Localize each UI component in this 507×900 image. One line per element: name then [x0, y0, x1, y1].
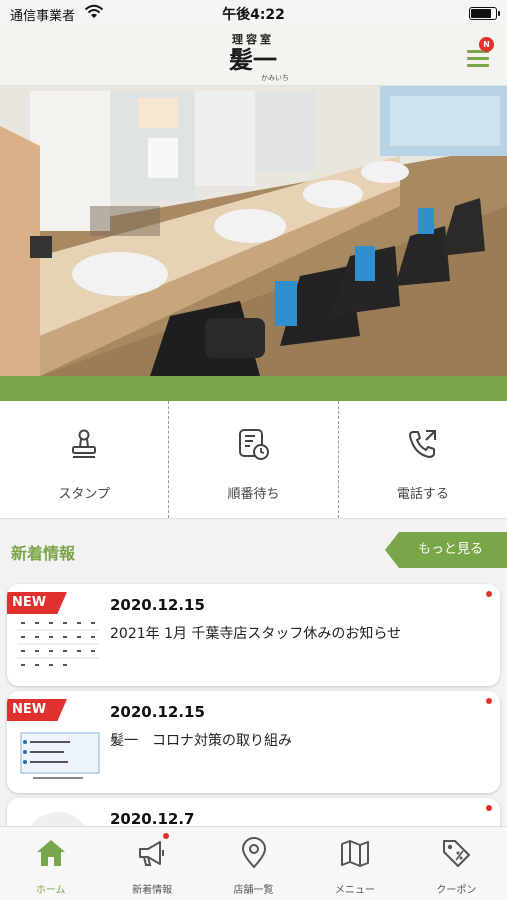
logo-reading: かみいち: [261, 74, 289, 82]
stamp-label: スタンプ: [58, 487, 110, 502]
hero-accent-band: [0, 376, 507, 401]
new-badge: NEW: [7, 699, 67, 721]
quick-actions: スタンプ 順番待ち 電話する: [0, 401, 507, 519]
battery-level: [471, 9, 492, 18]
bottom-tab-bar: ホーム 新着情報 店舗一覧 メニュー クーポン: [0, 826, 507, 900]
tab-menu-label: メニュー: [334, 885, 375, 896]
news-date: 2020.12.15: [110, 703, 205, 721]
logo-title: 髪一: [229, 45, 277, 74]
news-item[interactable]: NEW 2020.12.15 2021年 1月 千葉寺店スタッフ休みのお知らせ: [7, 584, 500, 686]
phone-icon: [408, 430, 436, 458]
battery-icon: [469, 7, 500, 20]
map-icon: [340, 840, 369, 867]
see-more-button[interactable]: もっと見る: [385, 532, 507, 568]
app-header: 理容室 髪一 かみいち N: [0, 28, 507, 86]
call-label: 電話する: [396, 487, 449, 502]
tab-stores[interactable]: 店舗一覧: [203, 827, 304, 900]
new-badge: NEW: [7, 592, 67, 614]
queue-clock-icon: [239, 429, 270, 460]
news-section-header: 新着情報 もっと見る: [0, 532, 507, 568]
status-bar: 通信事業者 午後4:22: [0, 0, 507, 28]
coupon-tag-icon: [443, 840, 471, 867]
news-item[interactable]: 2020.12.7: [7, 798, 500, 826]
news-thumbnail-image: [13, 806, 103, 826]
menu-notification-badge: N: [479, 37, 494, 52]
tab-coupon-label: クーポン: [436, 885, 477, 896]
news-date: 2020.12.7: [110, 810, 195, 826]
tab-news-label: 新着情報: [132, 885, 173, 896]
news-item[interactable]: NEW 2020.12.15 髪一 コロナ対策の取り組み: [7, 691, 500, 793]
news-tab-badge: [163, 833, 170, 839]
unread-indicator: [486, 591, 492, 597]
tab-menu[interactable]: メニュー: [304, 827, 405, 900]
queue-label: 順番待ち: [227, 487, 280, 502]
news-date: 2020.12.15: [110, 596, 205, 614]
queue-button[interactable]: 順番待ち: [169, 401, 339, 518]
news-section-title: 新着情報: [11, 544, 76, 563]
status-time: 午後4:22: [222, 7, 285, 23]
news-headline: 2021年 1月 千葉寺店スタッフ休みのお知らせ: [110, 626, 402, 642]
hamburger-menu-button[interactable]: N: [465, 37, 494, 74]
call-button[interactable]: 電話する: [339, 401, 507, 518]
stamp-button[interactable]: スタンプ: [0, 401, 170, 518]
unread-indicator: [486, 698, 492, 704]
shop-logo[interactable]: 理容室 髪一 かみいち: [203, 31, 303, 85]
menu-bar-icon: [467, 57, 489, 60]
menu-bar-icon: [467, 64, 489, 67]
news-list: NEW 2020.12.15 2021年 1月 千葉寺店スタッフ休みのお知らせ …: [0, 580, 507, 826]
location-pin-icon: [241, 837, 266, 869]
tab-home[interactable]: ホーム: [0, 827, 101, 900]
salon-interior-illustration: [0, 86, 507, 376]
news-headline: 髪一 コロナ対策の取り組み: [110, 733, 292, 749]
tab-news[interactable]: 新着情報: [101, 827, 202, 900]
stamp-icon: [72, 429, 97, 458]
home-icon: [36, 840, 65, 866]
news-thumbnail: [13, 806, 103, 826]
tab-coupon[interactable]: クーポン: [406, 827, 507, 900]
tab-home-label: ホーム: [35, 885, 66, 896]
unread-indicator: [486, 805, 492, 811]
hero-shop-photo: [0, 86, 507, 376]
megaphone-icon: [139, 841, 165, 866]
tab-stores-label: 店舗一覧: [233, 885, 274, 896]
